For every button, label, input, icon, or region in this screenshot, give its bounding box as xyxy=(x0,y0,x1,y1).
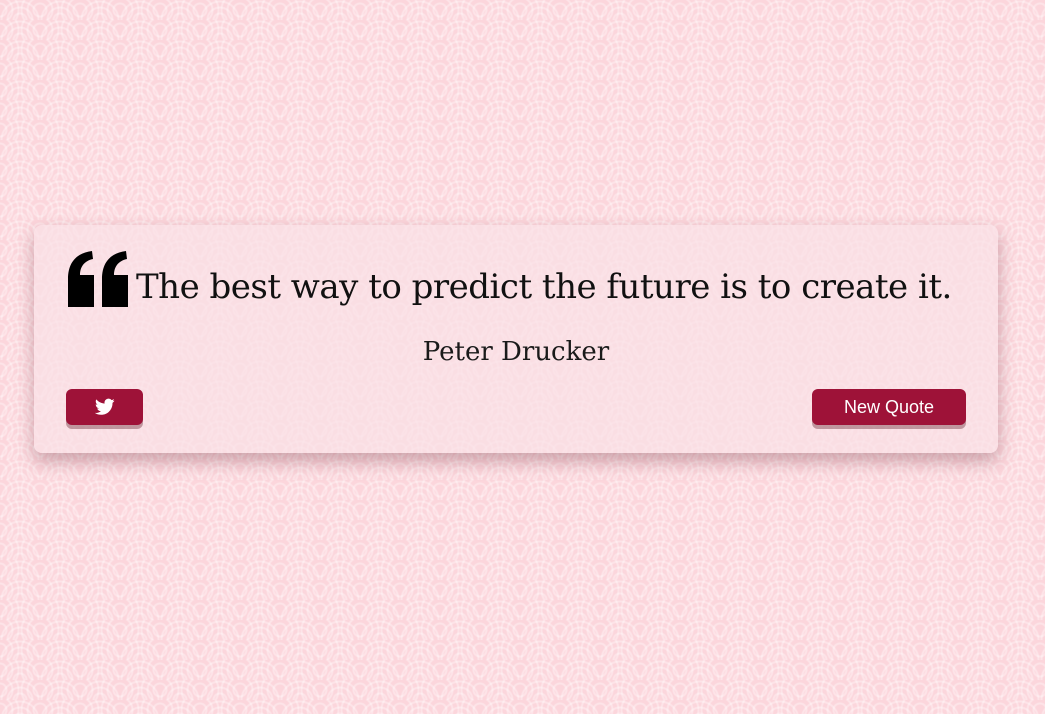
new-quote-button[interactable]: New Quote xyxy=(812,389,966,425)
quote-left-icon xyxy=(66,251,130,309)
tweet-button[interactable] xyxy=(66,389,143,425)
quote-line: The best way to predict the future is to… xyxy=(66,251,976,309)
quote-author: Peter Drucker xyxy=(422,337,610,367)
quote-text: The best way to predict the future is to… xyxy=(136,267,952,307)
twitter-icon xyxy=(94,398,115,415)
quote-box: The best way to predict the future is to… xyxy=(34,225,998,453)
